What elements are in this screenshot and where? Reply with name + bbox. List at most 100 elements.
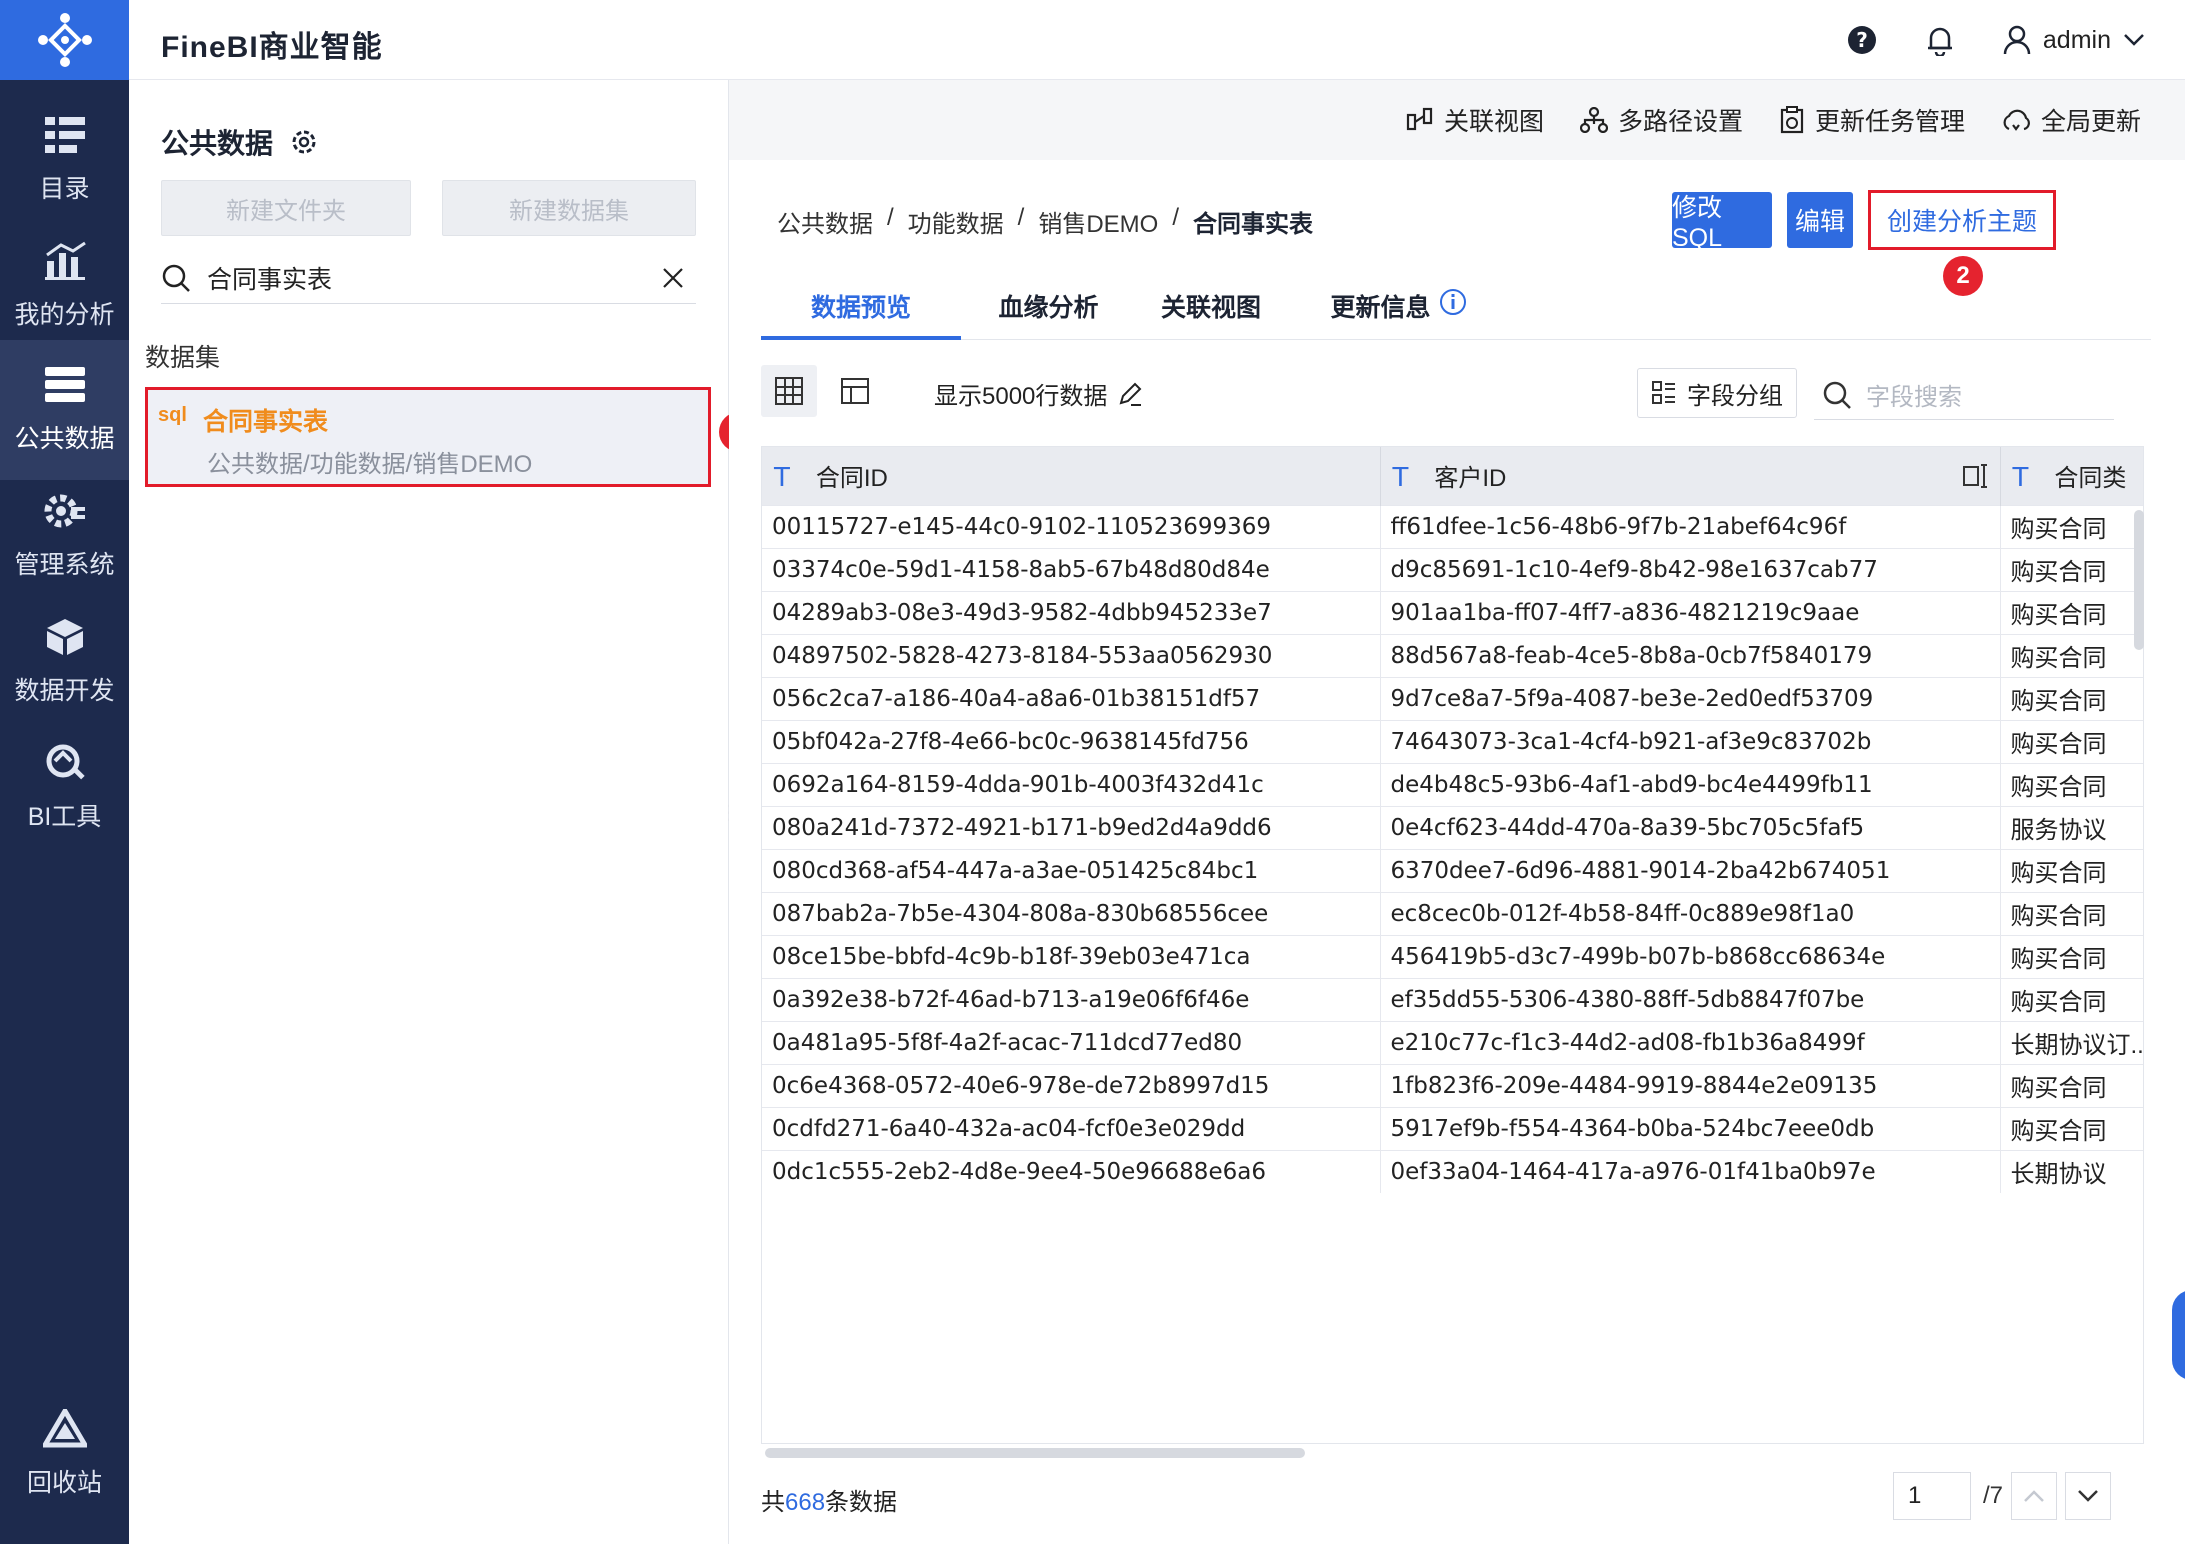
clear-icon[interactable] (662, 267, 684, 289)
table-row[interactable]: 05bf042a-27f8-4e66-bc0c-9638145fd756 7464… (762, 719, 2143, 763)
cell-contract-type: 购买合同 (2000, 676, 2143, 720)
column-header-contract-type[interactable]: T 合同类 (2000, 447, 2143, 505)
edit-sql-button[interactable]: 修改SQL (1672, 192, 1772, 252)
new-folder-button[interactable]: 新建文件夹 (161, 180, 411, 236)
gear-icon[interactable] (289, 127, 319, 157)
task-icon (1780, 106, 1804, 134)
grid-view-button[interactable] (761, 365, 817, 417)
tab-update-info[interactable]: 更新信息 (1306, 280, 1491, 340)
global-update-button[interactable]: 全局更新 (2001, 102, 2141, 138)
cell-contract-type: 服务协议 (2000, 805, 2143, 849)
row-limit-setting[interactable]: 显示5000行数据 (934, 376, 1143, 411)
tab-data-preview[interactable]: 数据预览 (761, 280, 961, 340)
nav-bi-tools[interactable]: BI工具 (0, 718, 129, 858)
table-row[interactable]: 0a481a95-5f8f-4a2f-acac-711dcd77ed80 e210… (762, 1020, 2143, 1064)
table-row[interactable]: 056c2ca7-a186-40a4-a8a6-01b38151df57 9d7c… (762, 676, 2143, 720)
nav-data-dev[interactable]: 数据开发 (0, 592, 129, 732)
multipath-label: 多路径设置 (1617, 108, 1743, 136)
nav-manage-system[interactable]: 管理系统 (0, 466, 129, 606)
layout-view-button[interactable] (827, 365, 883, 417)
table-row[interactable]: 00115727-e145-44c0-9102-110523699369 ff61… (762, 504, 2143, 548)
table-row[interactable]: 0dc1c555-2eb2-4d8e-9ee4-50e96688e6a6 0ef3… (762, 1149, 2143, 1193)
column-header-customer-id[interactable]: T 客户ID (1380, 447, 2001, 505)
breadcrumb-current: 合同事实表 (1193, 211, 1314, 238)
record-count-number: 668 (785, 1489, 826, 1516)
breadcrumb-separator: / (1172, 204, 1180, 231)
column-header-contract-id[interactable]: T 合同ID (762, 447, 1381, 505)
multipath-button[interactable]: 多路径设置 (1579, 102, 1743, 138)
breadcrumb-function-data[interactable]: 功能数据 (908, 204, 1004, 239)
table-row[interactable]: 03374c0e-59d1-4158-8ab5-67b48d80d84e d9c8… (762, 547, 2143, 591)
top-toolbar: 关联视图 多路径设置 更新任务管理 全局更新 (729, 80, 2185, 160)
cell-contract-id: 080a241d-7372-4921-b171-b9ed2d4a9dd6 (762, 805, 1381, 849)
cell-contract-id: 0a392e38-b72f-46ad-b713-a19e06f6f46e (762, 977, 1381, 1021)
cell-contract-id: 0c6e4368-0572-40e6-978e-de72b8997d15 (762, 1063, 1381, 1107)
cell-contract-type: 购买合同 (2000, 1063, 2143, 1107)
next-page-button[interactable] (2065, 1472, 2111, 1520)
svg-text:?: ? (1856, 28, 1868, 52)
table-row[interactable]: 08ce15be-bbfd-4c9b-b18f-39eb03e471ca 4564… (762, 934, 2143, 978)
create-analysis-topic-button[interactable]: 创建分析主题 (1868, 190, 2056, 250)
table-row[interactable]: 0c6e4368-0572-40e6-978e-de72b8997d15 1fb8… (762, 1063, 2143, 1107)
field-search-placeholder: 字段搜索 (1866, 384, 1962, 411)
edit-pen-icon (1119, 382, 1142, 406)
breadcrumb-public-data[interactable]: 公共数据 (777, 204, 873, 239)
edit-button[interactable]: 编辑 (1787, 192, 1853, 248)
nav-public-data[interactable]: 公共数据 (0, 340, 129, 480)
recycle-icon (42, 1409, 87, 1448)
dataset-search-input[interactable]: 合同事实表 (161, 252, 696, 304)
bell-icon[interactable] (1925, 24, 1955, 56)
cell-contract-id: 056c2ca7-a186-40a4-a8a6-01b38151df57 (762, 676, 1381, 720)
table-horizontal-scrollbar[interactable] (765, 1448, 1305, 1458)
update-task-button[interactable]: 更新任务管理 (1779, 102, 1965, 138)
new-dataset-button[interactable]: 新建数据集 (442, 180, 696, 236)
prev-page-button[interactable] (2011, 1472, 2057, 1520)
tab-lineage[interactable]: 血缘分析 (986, 280, 1111, 340)
cell-customer-id: e210c77c-f1c3-44d2-ad08-fb1b36a8499f (1380, 1020, 2001, 1064)
nav-catalog[interactable]: 目录 (0, 90, 129, 230)
nav-data-dev-label: 数据开发 (14, 677, 115, 705)
nav-manage-system-label: 管理系统 (14, 551, 115, 579)
cell-contract-id: 0cdfd271-6a40-432a-ac04-fcf0e3e029dd (762, 1106, 1381, 1150)
table-vertical-scrollbar[interactable] (2134, 510, 2144, 650)
panel-title: 公共数据 (161, 122, 319, 162)
table-row[interactable]: 080cd368-af54-447a-a3ae-051425c84bc1 6370… (762, 848, 2143, 892)
help-icon[interactable]: ? (1847, 25, 1877, 55)
dataset-path: 公共数据/功能数据/销售DEMO (207, 451, 533, 478)
user-menu[interactable]: admin (2003, 25, 2145, 55)
table-row[interactable]: 087bab2a-7b5e-4304-808a-830b68556cee ec8c… (762, 891, 2143, 935)
table-row[interactable]: 080a241d-7372-4921-b171-b9ed2d4a9dd6 0e4c… (762, 805, 2143, 849)
side-assistant-tab[interactable] (2172, 1290, 2185, 1380)
app-logo[interactable] (0, 0, 129, 80)
relation-view-icon (1406, 107, 1433, 131)
tab-relation-view[interactable]: 关联视图 (1146, 280, 1276, 340)
field-search-input[interactable]: 字段搜索 (1814, 370, 2114, 420)
field-group-button[interactable]: 字段分组 (1637, 368, 1797, 418)
relation-view-label: 关联视图 (1443, 108, 1544, 136)
cell-contract-type: 长期协议订... (2000, 1020, 2143, 1064)
breadcrumb-separator: / (887, 204, 894, 231)
cell-customer-id: 0e4cf623-44dd-470a-8a39-5bc705c5faf5 (1380, 805, 2001, 849)
cell-customer-id: 88d567a8-feab-4ce5-8b8a-0cb7f5840179 (1380, 633, 2001, 677)
page-number-input[interactable]: 1 (1893, 1472, 1971, 1520)
dataset-item-contract-fact[interactable]: sql 合同事实表 公共数据/功能数据/销售DEMO (145, 387, 711, 487)
cell-customer-id: de4b48c5-93b6-4af1-abd9-bc4e4499fb11 (1380, 762, 2001, 806)
dataset-section-label: 数据集 (145, 344, 221, 372)
breadcrumb-separator: / (1017, 204, 1025, 231)
nav-recycle-bin[interactable]: 回收站 (0, 1384, 129, 1524)
nav-my-analysis[interactable]: 我的分析 (0, 216, 129, 356)
table-row[interactable]: 0cdfd271-6a40-432a-ac04-fcf0e3e029dd 5917… (762, 1106, 2143, 1150)
breadcrumb-sales-demo[interactable]: 销售DEMO (1038, 204, 1158, 239)
nav-public-data-label: 公共数据 (14, 425, 115, 453)
relation-view-button[interactable]: 关联视图 (1406, 102, 1544, 138)
cell-contract-id: 0a481a95-5f8f-4a2f-acac-711dcd77ed80 (762, 1020, 1381, 1064)
table-row[interactable]: 0692a164-8159-4dda-901b-4003f432d41c de4b… (762, 762, 2143, 806)
table-row[interactable]: 0a392e38-b72f-46ad-b713-a19e06f6f46e ef35… (762, 977, 2143, 1021)
record-count-prefix: 共 (761, 1489, 785, 1516)
column-resize-icon[interactable] (1962, 463, 1990, 489)
cell-contract-type: 购买合同 (2000, 762, 2143, 806)
cell-customer-id: 1fb823f6-209e-4484-9919-8844e2e09135 (1380, 1063, 2001, 1107)
table-row[interactable]: 04897502-5828-4273-8184-553aa0562930 88d5… (762, 633, 2143, 677)
left-nav-rail: 目录 我的分析 公共数据 管理系统 数据开发 BI工具 回收站 (0, 0, 129, 1544)
table-row[interactable]: 04289ab3-08e3-49d3-9582-4dbb945233e7 901a… (762, 590, 2143, 634)
